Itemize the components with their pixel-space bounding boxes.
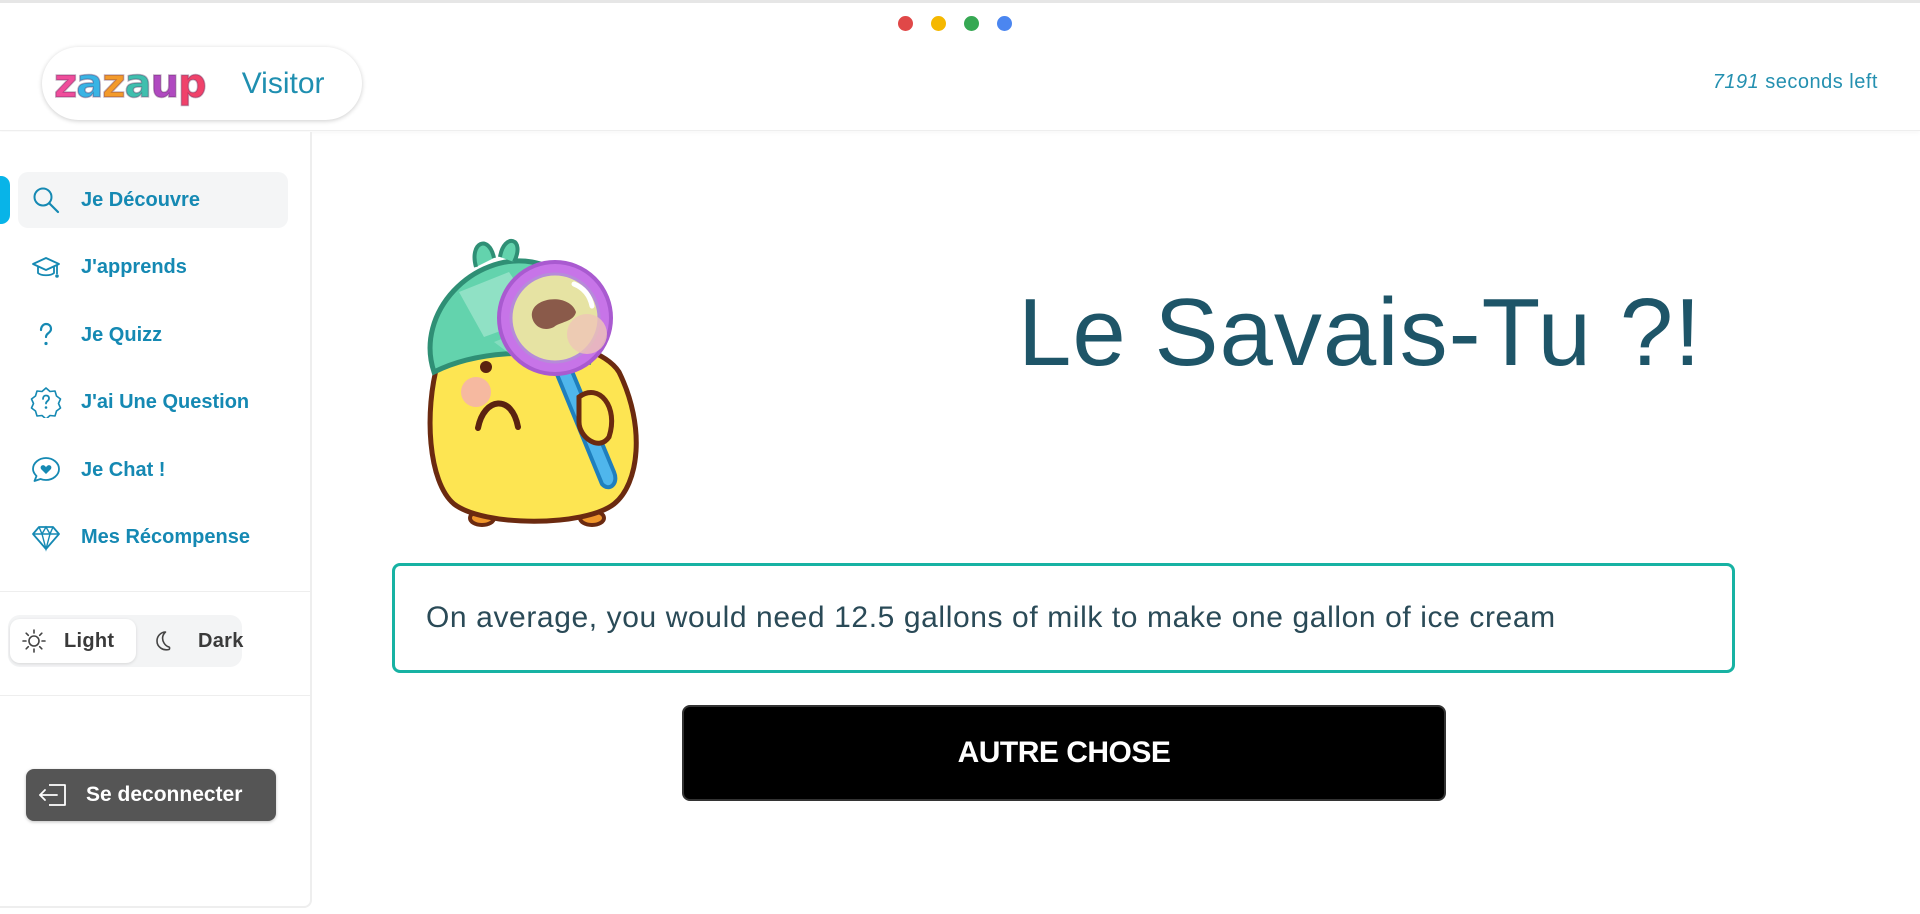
fact-text: On average, you would need 12.5 gallons … bbox=[426, 601, 1556, 634]
sidebar: Je Découvre J'apprends Je Quizz J'ai Une… bbox=[0, 132, 312, 908]
brand-pill[interactable]: z a z a u p Visitor bbox=[42, 47, 362, 120]
dark-theme-button[interactable]: Dark bbox=[142, 619, 243, 663]
timer-suffix: seconds left bbox=[1759, 71, 1878, 93]
header: z a z a u p Visitor 7191 seconds left bbox=[0, 3, 1920, 131]
session-timer: 7191 seconds left bbox=[1713, 71, 1878, 94]
logo-letter: z bbox=[102, 60, 127, 107]
dark-label: Dark bbox=[198, 629, 244, 652]
sidebar-divider bbox=[0, 695, 310, 696]
timer-value: 7191 bbox=[1712, 71, 1760, 93]
theme-toggle: Light Dark bbox=[8, 615, 243, 667]
logo-letter: u bbox=[150, 60, 180, 107]
sidebar-divider bbox=[0, 591, 310, 592]
logo-letter: a bbox=[124, 60, 153, 107]
sidebar-item-label: J'ai Une Question bbox=[81, 390, 250, 413]
question-badge-icon bbox=[30, 386, 62, 418]
sidebar-item-je-chat[interactable]: Je Chat ! bbox=[18, 442, 288, 498]
search-icon bbox=[30, 184, 62, 216]
sidebar-item-jai-une-question[interactable]: J'ai Une Question bbox=[18, 374, 288, 430]
graduation-cap-icon bbox=[30, 251, 62, 283]
autre-chose-button[interactable]: AUTRE CHOSE bbox=[682, 705, 1446, 801]
sidebar-item-label: J'apprends bbox=[81, 255, 187, 278]
logout-button[interactable]: Se deconnecter bbox=[26, 769, 276, 821]
sidebar-item-je-quizz[interactable]: Je Quizz bbox=[18, 307, 288, 363]
diamond-icon bbox=[30, 521, 62, 553]
sidebar-item-label: Je Découvre bbox=[81, 188, 200, 211]
chat-heart-icon bbox=[30, 454, 62, 486]
sidebar-item-je-decouvre[interactable]: Je Découvre bbox=[18, 172, 288, 228]
sidebar-item-mes-recompense[interactable]: Mes Récompense bbox=[18, 509, 288, 565]
sidebar-item-label: Mes Récompense bbox=[81, 525, 250, 548]
logout-label: Se deconnecter bbox=[86, 783, 243, 806]
sidebar-item-label: Je Chat ! bbox=[81, 458, 166, 481]
logo-letter: z bbox=[53, 60, 78, 107]
sidebar-item-japprends[interactable]: J'apprends bbox=[18, 239, 288, 295]
logout-icon bbox=[36, 780, 70, 810]
active-indicator bbox=[0, 176, 10, 224]
light-theme-button[interactable]: Light bbox=[10, 619, 136, 663]
logo-letter: p bbox=[177, 60, 207, 107]
zazaup-logo: z a z a u p bbox=[53, 60, 207, 107]
logo-letter: a bbox=[76, 60, 105, 107]
question-mark-icon bbox=[30, 319, 62, 351]
light-label: Light bbox=[64, 629, 115, 652]
sidebar-item-label: Je Quizz bbox=[81, 323, 163, 346]
fact-box: On average, you would need 12.5 gallons … bbox=[392, 563, 1735, 673]
page-title: Le Savais-Tu ?! bbox=[1018, 279, 1702, 386]
sun-icon bbox=[20, 627, 48, 655]
mascot-chick-illustration bbox=[414, 222, 654, 532]
user-role: Visitor bbox=[241, 66, 325, 100]
moon-icon bbox=[152, 627, 178, 655]
